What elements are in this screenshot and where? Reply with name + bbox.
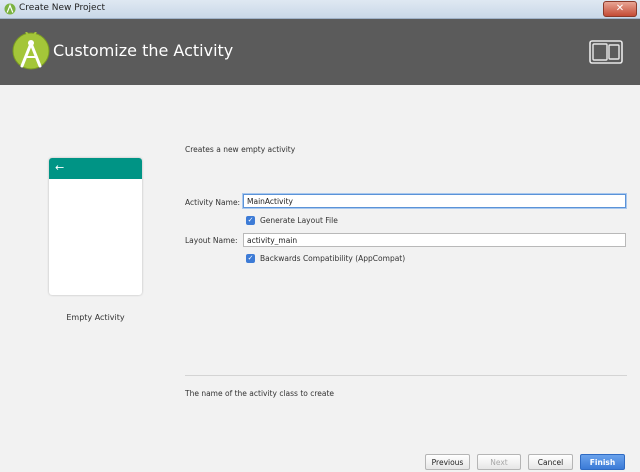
- window-titlebar: Create New Project ✕: [0, 0, 640, 19]
- android-studio-logo-icon: [12, 32, 50, 70]
- back-arrow-icon: ←: [55, 161, 65, 174]
- wizard-header: Customize the Activity: [0, 19, 640, 85]
- window-close-button[interactable]: ✕: [603, 1, 637, 17]
- generate-layout-checkbox[interactable]: ✓: [246, 216, 255, 225]
- page-title: Customize the Activity: [53, 41, 234, 60]
- close-icon: ✕: [615, 3, 625, 14]
- template-name-label: Empty Activity: [66, 313, 125, 322]
- phone-tablet-icon: [589, 40, 623, 64]
- backwards-compat-checkbox-row[interactable]: ✓ Backwards Compatibility (AppCompat): [246, 253, 405, 264]
- finish-button[interactable]: Finish: [580, 454, 625, 470]
- divider: [185, 375, 627, 376]
- window-title: Create New Project: [19, 3, 106, 13]
- android-studio-small-icon: [4, 3, 16, 15]
- generate-layout-label: Generate Layout File: [260, 216, 338, 225]
- preview-app-bar: ←: [49, 158, 142, 179]
- activity-name-label: Activity Name:: [185, 198, 241, 207]
- layout-name-input[interactable]: [243, 233, 626, 247]
- activity-name-input[interactable]: [243, 194, 626, 208]
- generate-layout-checkbox-row[interactable]: ✓ Generate Layout File: [246, 215, 338, 226]
- layout-name-label: Layout Name:: [185, 236, 238, 245]
- cancel-button[interactable]: Cancel: [528, 454, 573, 470]
- field-hint: The name of the activity class to create: [185, 389, 335, 398]
- previous-button[interactable]: Previous: [425, 454, 470, 470]
- backwards-compat-checkbox[interactable]: ✓: [246, 254, 255, 263]
- template-description: Creates a new empty activity: [185, 145, 296, 154]
- wizard-content: ← Empty Activity Creates a new empty act…: [0, 85, 640, 472]
- activity-preview-card: ←: [49, 158, 142, 295]
- backwards-compat-label: Backwards Compatibility (AppCompat): [260, 254, 406, 263]
- next-button[interactable]: Next: [477, 454, 521, 470]
